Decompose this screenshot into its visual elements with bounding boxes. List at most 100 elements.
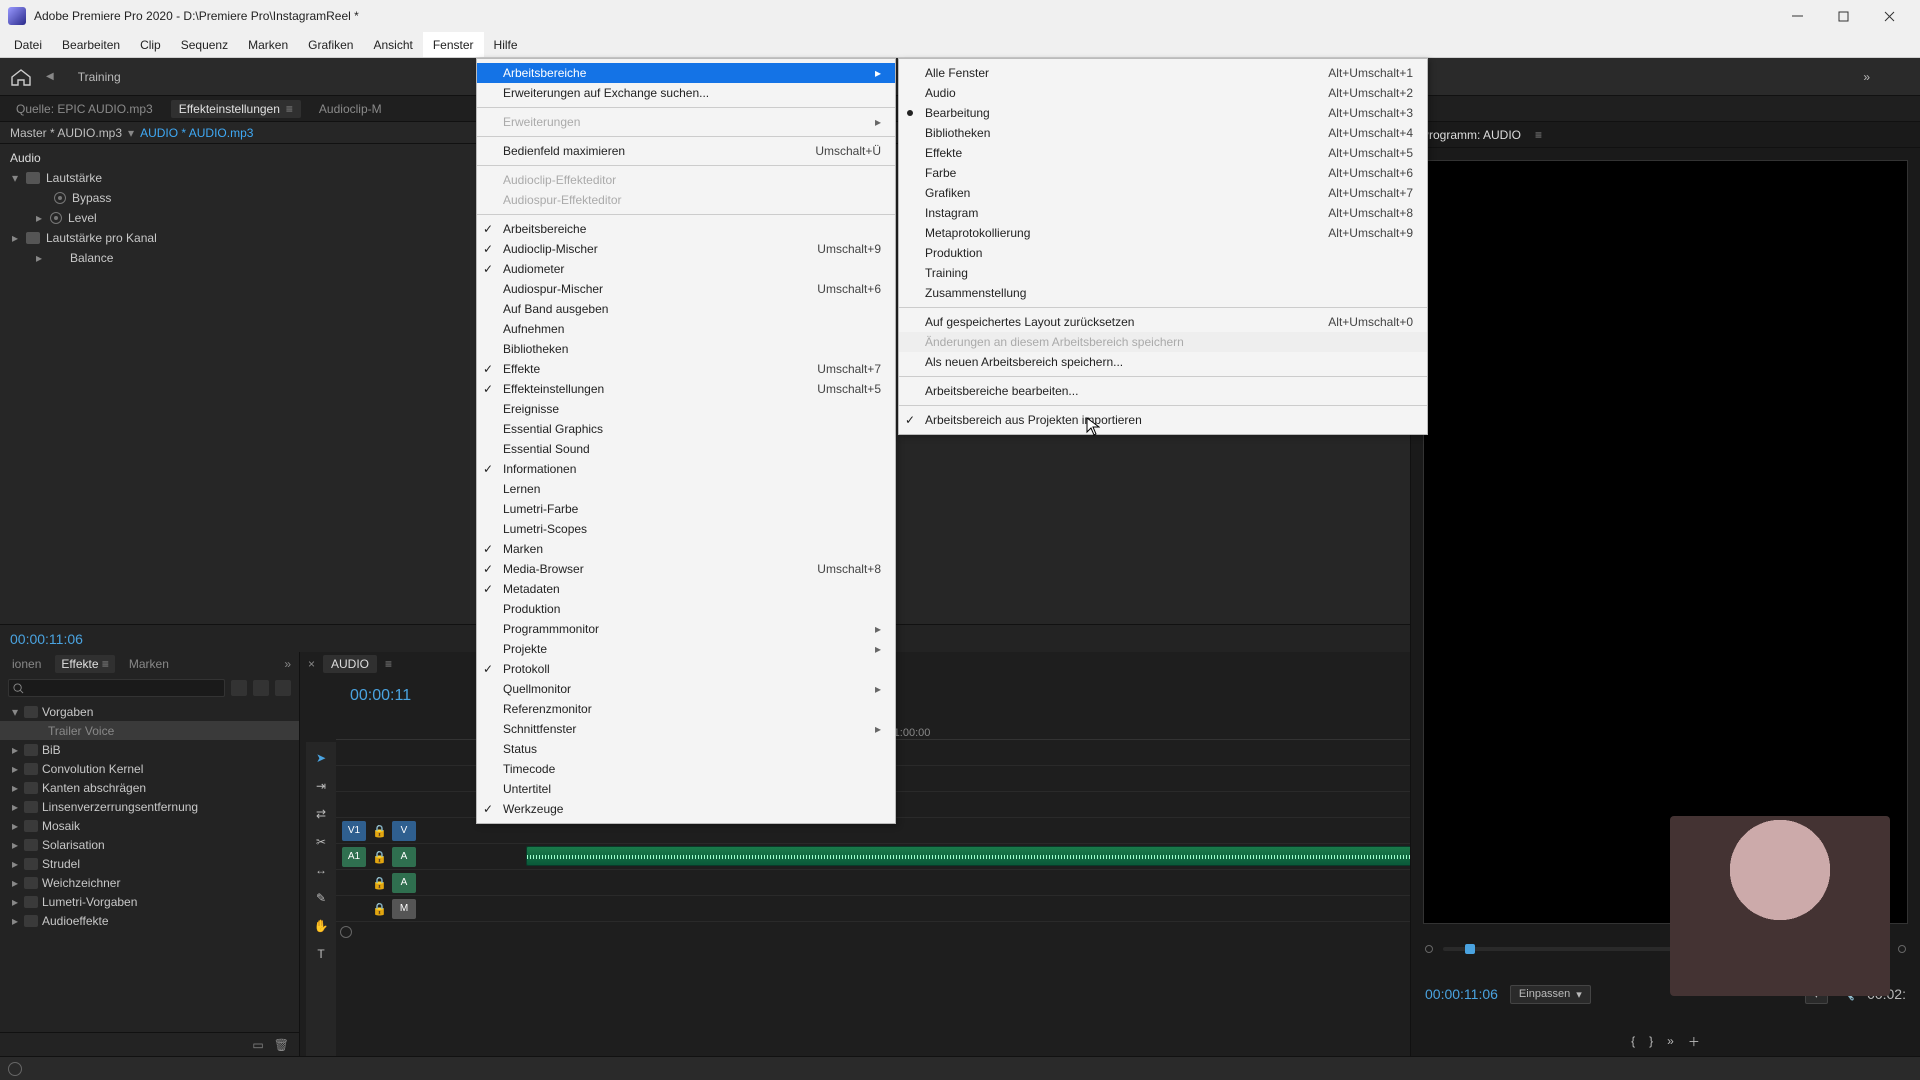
- submenu-item[interactable]: Arbeitsbereiche bearbeiten...: [899, 381, 1427, 401]
- menu-item[interactable]: ✓Werkzeuge: [477, 799, 895, 819]
- submenu-item[interactable]: EffekteAlt+Umschalt+5: [899, 143, 1427, 163]
- menu-item[interactable]: ✓Arbeitsbereiche: [477, 219, 895, 239]
- tree-folder[interactable]: ▸Linsenverzerrungsentfernung: [0, 797, 299, 816]
- submenu-item[interactable]: GrafikenAlt+Umschalt+7: [899, 183, 1427, 203]
- submenu-item[interactable]: MetaprotokollierungAlt+Umschalt+9: [899, 223, 1427, 243]
- submenu-item[interactable]: FarbeAlt+Umschalt+6: [899, 163, 1427, 183]
- program-tab[interactable]: Programm: AUDIO: [1421, 128, 1521, 142]
- menu-fenster[interactable]: Fenster: [423, 32, 484, 57]
- selection-tool[interactable]: ➤: [311, 748, 331, 768]
- tree-folder[interactable]: ▸Weichzeichner: [0, 873, 299, 892]
- menu-grafiken[interactable]: Grafiken: [298, 32, 363, 57]
- menu-item[interactable]: Bibliotheken: [477, 339, 895, 359]
- tab-marken[interactable]: Marken: [123, 655, 175, 673]
- tree-folder-vorgaben[interactable]: ▾Vorgaben: [0, 702, 299, 721]
- menu-item[interactable]: Timecode: [477, 759, 895, 779]
- sequence-tab[interactable]: AUDIO: [323, 655, 377, 673]
- razor-tool[interactable]: ✂: [311, 832, 331, 852]
- effects-search-input[interactable]: [8, 679, 225, 697]
- menu-item[interactable]: ✓EffekteUmschalt+7: [477, 359, 895, 379]
- overflow-icon[interactable]: »: [284, 657, 299, 671]
- menu-item[interactable]: Programmmonitor▸: [477, 619, 895, 639]
- tab-effekte[interactable]: Effekte ≡: [55, 655, 115, 673]
- sequence-clip-label[interactable]: AUDIO * AUDIO.mp3: [140, 126, 253, 140]
- tree-folder[interactable]: ▸Convolution Kernel: [0, 759, 299, 778]
- submenu-item[interactable]: BearbeitungAlt+Umschalt+3: [899, 103, 1427, 123]
- workspace-tab[interactable]: Training: [68, 70, 131, 84]
- minimize-button[interactable]: [1774, 0, 1820, 32]
- tree-folder[interactable]: ▸Strudel: [0, 854, 299, 873]
- menu-item[interactable]: ✓Marken: [477, 539, 895, 559]
- tab-effect-controls[interactable]: Effekteinstellungen≡: [171, 100, 301, 118]
- stopwatch-icon[interactable]: [54, 192, 66, 204]
- tree-folder[interactable]: ▸Audioeffekte: [0, 911, 299, 930]
- new-bin-icon[interactable]: ▭: [252, 1038, 263, 1052]
- menu-sequenz[interactable]: Sequenz: [171, 32, 238, 57]
- hand-tool[interactable]: ✋: [311, 916, 331, 936]
- menu-item[interactable]: Aufnehmen: [477, 319, 895, 339]
- menu-item[interactable]: ✓Protokoll: [477, 659, 895, 679]
- ripple-tool[interactable]: ⇄: [311, 804, 331, 824]
- track-select-tool[interactable]: ⇥: [311, 776, 331, 796]
- zoom-dropdown[interactable]: Einpassen▾: [1510, 985, 1591, 1004]
- menu-item[interactable]: Audiospur-MischerUmschalt+6: [477, 279, 895, 299]
- menu-datei[interactable]: Datei: [4, 32, 52, 57]
- program-timecode[interactable]: 00:00:11:06: [1425, 986, 1498, 1002]
- tree-folder[interactable]: ▸Lumetri-Vorgaben: [0, 892, 299, 911]
- menu-item[interactable]: Erweiterungen auf Exchange suchen...: [477, 83, 895, 103]
- type-tool[interactable]: T: [311, 944, 331, 964]
- filter-badge-1[interactable]: [231, 680, 247, 696]
- menu-item[interactable]: Untertitel: [477, 779, 895, 799]
- menu-bearbeiten[interactable]: Bearbeiten: [52, 32, 130, 57]
- overflow-icon[interactable]: »: [1667, 1034, 1674, 1048]
- pen-tool[interactable]: ✎: [311, 888, 331, 908]
- close-button[interactable]: [1866, 0, 1912, 32]
- home-icon[interactable]: [10, 68, 32, 86]
- menu-item[interactable]: ✓EffekteinstellungenUmschalt+5: [477, 379, 895, 399]
- submenu-item[interactable]: Als neuen Arbeitsbereich speichern...: [899, 352, 1427, 372]
- menu-marken[interactable]: Marken: [238, 32, 298, 57]
- menu-item[interactable]: ✓Audiometer: [477, 259, 895, 279]
- timeline-timecode[interactable]: 00:00:11: [350, 687, 411, 705]
- tab-source[interactable]: Quelle: EPIC AUDIO.mp3: [8, 100, 161, 118]
- menu-clip[interactable]: Clip: [130, 32, 171, 57]
- submenu-item[interactable]: AudioAlt+Umschalt+2: [899, 83, 1427, 103]
- menu-item[interactable]: ✓Audioclip-MischerUmschalt+9: [477, 239, 895, 259]
- filter-badge-2[interactable]: [253, 680, 269, 696]
- menu-item[interactable]: Essential Graphics: [477, 419, 895, 439]
- maximize-button[interactable]: [1820, 0, 1866, 32]
- fx-badge-icon[interactable]: [26, 172, 40, 184]
- out-marker[interactable]: [1898, 945, 1906, 953]
- submenu-item[interactable]: Zusammenstellung: [899, 283, 1427, 303]
- chevron-down-icon[interactable]: ▾: [128, 126, 134, 140]
- menu-hilfe[interactable]: Hilfe: [484, 32, 528, 57]
- button-editor-icon[interactable]: ＋: [1688, 1033, 1700, 1050]
- menu-item[interactable]: Auf Band ausgeben: [477, 299, 895, 319]
- menu-item[interactable]: ✓Media-BrowserUmschalt+8: [477, 559, 895, 579]
- submenu-item[interactable]: Auf gespeichertes Layout zurücksetzenAlt…: [899, 312, 1427, 332]
- zoom-knob[interactable]: [340, 926, 352, 938]
- menu-item[interactable]: Quellmonitor▸: [477, 679, 895, 699]
- submenu-item[interactable]: Alle FensterAlt+Umschalt+1: [899, 63, 1427, 83]
- menu-ansicht[interactable]: Ansicht: [363, 32, 422, 57]
- tree-folder[interactable]: ▸BiB: [0, 740, 299, 759]
- submenu-item[interactable]: Produktion: [899, 243, 1427, 263]
- trash-icon[interactable]: 🗑: [274, 1038, 289, 1052]
- chevron-left-icon[interactable]: ◀: [46, 71, 54, 82]
- menu-item[interactable]: Produktion: [477, 599, 895, 619]
- add-marker-icon[interactable]: {: [1631, 1034, 1635, 1048]
- panel-menu-icon[interactable]: ≡: [286, 102, 293, 116]
- menu-item[interactable]: Referenzmonitor: [477, 699, 895, 719]
- step-back-icon[interactable]: }: [1649, 1034, 1653, 1048]
- submenu-item[interactable]: Training: [899, 263, 1427, 283]
- submenu-item[interactable]: InstagramAlt+Umschalt+8: [899, 203, 1427, 223]
- playhead-icon[interactable]: [1465, 944, 1475, 954]
- in-marker[interactable]: [1425, 945, 1433, 953]
- tab-truncated[interactable]: ionen: [6, 655, 47, 673]
- menu-item[interactable]: ✓Metadaten: [477, 579, 895, 599]
- tree-folder[interactable]: ▸Kanten abschrägen: [0, 778, 299, 797]
- menu-item[interactable]: Bedienfeld maximierenUmschalt+Ü: [477, 141, 895, 161]
- filter-badge-3[interactable]: [275, 680, 291, 696]
- slip-tool[interactable]: ↔: [311, 860, 331, 880]
- program-viewport[interactable]: [1423, 160, 1908, 924]
